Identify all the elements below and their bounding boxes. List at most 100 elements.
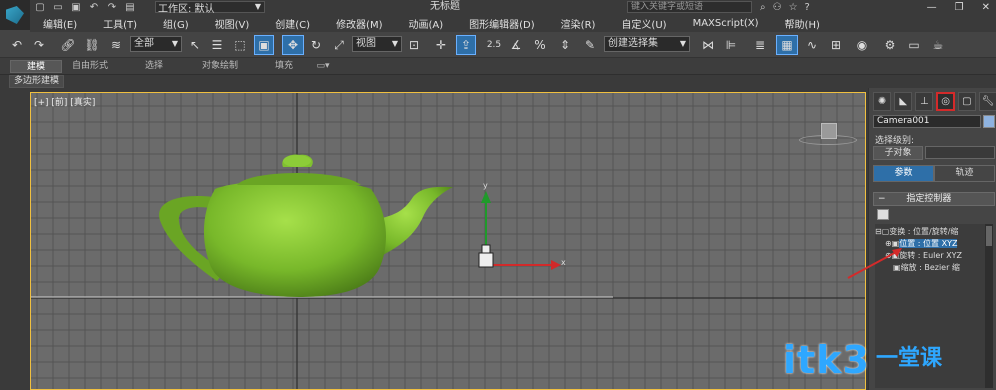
menu-modifiers[interactable]: 修改器(M) xyxy=(329,16,389,31)
hierarchy-icon[interactable]: ⊥ xyxy=(915,91,934,111)
binoculars-icon[interactable]: ⌕ xyxy=(760,2,766,13)
quick-access-toolbar: ▢ ▭ ▣ ↶ ↷ ▤ xyxy=(34,0,136,14)
snap-toggle-icon[interactable]: 2.5 xyxy=(484,35,504,55)
menu-edit[interactable]: 编辑(E) xyxy=(36,16,84,31)
title-icons: ⌕ ⚇ ☆ ? xyxy=(760,0,810,14)
angle-snap-icon[interactable]: ∡ xyxy=(506,35,526,55)
layer-manager-icon[interactable]: ≣ xyxy=(750,35,770,55)
percent-snap-icon[interactable]: % xyxy=(530,35,550,55)
undo-icon[interactable]: ↶ xyxy=(88,2,100,13)
align-icon[interactable]: ⊫ xyxy=(721,35,741,55)
menu-tools[interactable]: 工具(T) xyxy=(96,16,144,31)
ribbon-subbar: 多边形建模 xyxy=(0,75,996,88)
project-icon[interactable]: ▤ xyxy=(124,2,136,13)
menu-help[interactable]: 帮助(H) xyxy=(778,16,827,31)
menu-maxscript[interactable]: MAXScript(X) xyxy=(686,18,766,29)
tree-scrollbar[interactable] xyxy=(985,224,993,388)
menu-view[interactable]: 视图(V) xyxy=(208,16,257,31)
main-toolbar: ↶ ↷ 🔗︎ ⛓ ≋ 全部 ▼ ↖ ☰ ⬚ ▣ ✥ ↻ ⤢ 视图 ▼ ⊡ ✛ ⇪… xyxy=(0,32,996,58)
reference-coord-dropdown[interactable]: 视图 ▼ xyxy=(352,36,402,52)
link-icon[interactable]: 🔗︎ xyxy=(58,35,78,55)
modify-icon[interactable]: ◣ xyxy=(894,91,913,111)
motion-icon[interactable]: ◎ xyxy=(936,91,955,111)
edit-named-selection-icon[interactable]: ✎ xyxy=(580,35,600,55)
tab-trajectories[interactable]: 轨迹 xyxy=(934,165,995,182)
tab-freeform[interactable]: 自由形式 xyxy=(64,60,116,73)
menu-create[interactable]: 创建(C) xyxy=(268,16,317,31)
assign-controller-rollout[interactable]: − 指定控制器 xyxy=(873,192,995,206)
mirror-icon[interactable]: ⋈ xyxy=(698,35,718,55)
minimize-icon[interactable]: — xyxy=(927,2,937,13)
window-crossing-icon[interactable]: ▣ xyxy=(254,35,274,55)
manipulate-icon[interactable]: ✛ xyxy=(431,35,451,55)
new-icon[interactable]: ▢ xyxy=(34,2,46,13)
spinner-snap-icon[interactable]: ⇕ xyxy=(555,35,575,55)
named-selection-dropdown[interactable]: 创建选择集 ▼ xyxy=(604,36,690,52)
menu-graph-editors[interactable]: 图形编辑器(D) xyxy=(462,16,542,31)
scale-icon[interactable]: ⤢ xyxy=(330,35,348,55)
viewport-label[interactable]: [+] [前] [真实] xyxy=(34,95,95,108)
menu-customize[interactable]: 自定义(U) xyxy=(614,16,673,31)
close-icon[interactable]: ✕ xyxy=(982,2,990,13)
subobject-dropdown[interactable] xyxy=(925,146,995,159)
search-input[interactable]: 键入关键字或短语 xyxy=(627,1,752,13)
tree-row[interactable]: ⊟▢变换 : 位置/旋转/缩 xyxy=(875,226,958,237)
menu-bar: 编辑(E) 工具(T) 组(G) 视图(V) 创建(C) 修改器(M) 动画(A… xyxy=(30,14,996,32)
subobject-button[interactable]: 子对象 xyxy=(873,146,923,160)
chevron-down-icon: ▼ xyxy=(679,39,686,48)
viewcube[interactable] xyxy=(821,123,837,139)
tab-selection[interactable]: 选择 xyxy=(130,60,178,73)
app-logo[interactable] xyxy=(0,0,30,30)
object-color-swatch[interactable] xyxy=(983,115,995,128)
create-icon[interactable]: ✺ xyxy=(873,91,892,111)
select-by-name-icon[interactable]: ☰ xyxy=(208,35,226,55)
star-icon[interactable]: ☆ xyxy=(789,2,798,13)
utilities-icon[interactable]: 🔧︎ xyxy=(978,91,996,111)
keyboard-shortcut-override-icon[interactable]: ⇪ xyxy=(456,35,476,55)
open-icon[interactable]: ▭ xyxy=(52,2,64,13)
tab-modeling[interactable]: 建模 xyxy=(10,60,62,73)
material-editor-icon[interactable]: ◉ xyxy=(852,35,872,55)
chevron-down-icon: ▼ xyxy=(171,39,178,48)
pivot-center-icon[interactable]: ⊡ xyxy=(405,35,423,55)
user-icon[interactable]: ⚇ xyxy=(773,2,782,13)
menu-rendering[interactable]: 渲染(R) xyxy=(554,16,603,31)
object-name-field[interactable]: Camera001 xyxy=(873,115,981,128)
rect-selection-icon[interactable]: ⬚ xyxy=(231,35,249,55)
schematic-view-icon[interactable]: ⊞ xyxy=(826,35,846,55)
watermark: itk3 xyxy=(783,338,870,382)
ribbon-options-icon[interactable]: ▭▾ xyxy=(312,60,334,73)
render-icon[interactable]: ☕ xyxy=(928,35,948,55)
scene-explorer-icon[interactable]: ▦ xyxy=(776,35,798,55)
redo-icon[interactable]: ↷ xyxy=(30,35,48,55)
tab-polygon-modeling[interactable]: 多边形建模 xyxy=(9,75,65,88)
assign-controller-icon[interactable] xyxy=(877,209,889,220)
move-icon[interactable]: ✥ xyxy=(282,35,304,55)
front-viewport[interactable]: [+] [前] [真实] x y xyxy=(30,92,866,390)
select-object-icon[interactable]: ↖ xyxy=(186,35,204,55)
rendered-frame-icon[interactable]: ▭ xyxy=(904,35,924,55)
rotate-icon[interactable]: ↻ xyxy=(307,35,325,55)
redo-icon[interactable]: ↷ xyxy=(106,2,118,13)
bind-spacewarp-icon[interactable]: ≋ xyxy=(106,35,126,55)
undo-icon[interactable]: ↶ xyxy=(8,35,26,55)
teapot-model xyxy=(159,154,453,297)
motion-tabs: 参数 轨迹 xyxy=(873,165,995,182)
menu-group[interactable]: 组(G) xyxy=(156,16,196,31)
scroll-thumb[interactable] xyxy=(986,226,992,246)
save-icon[interactable]: ▣ xyxy=(70,2,82,13)
curve-editor-icon[interactable]: ∿ xyxy=(802,35,822,55)
selection-level-label: 选择级别: xyxy=(875,136,915,146)
tab-parameters[interactable]: 参数 xyxy=(873,165,934,182)
selection-filter-dropdown[interactable]: 全部 ▼ xyxy=(130,36,182,52)
tab-populate[interactable]: 填充 xyxy=(264,60,304,73)
unlink-icon[interactable]: ⛓ xyxy=(82,35,102,55)
render-setup-icon[interactable]: ⚙ xyxy=(880,35,900,55)
restore-icon[interactable]: ❐ xyxy=(955,2,964,13)
menu-animation[interactable]: 动画(A) xyxy=(402,16,451,31)
display-icon[interactable]: ▢ xyxy=(957,91,976,111)
command-panel-tabs: ✺ ◣ ⊥ ◎ ▢ 🔧︎ xyxy=(869,90,996,112)
help-icon[interactable]: ? xyxy=(805,2,810,13)
workspace-dropdown[interactable]: 工作区: 默认 ▼ xyxy=(155,1,265,15)
tab-object-paint[interactable]: 对象绘制 xyxy=(192,60,248,73)
